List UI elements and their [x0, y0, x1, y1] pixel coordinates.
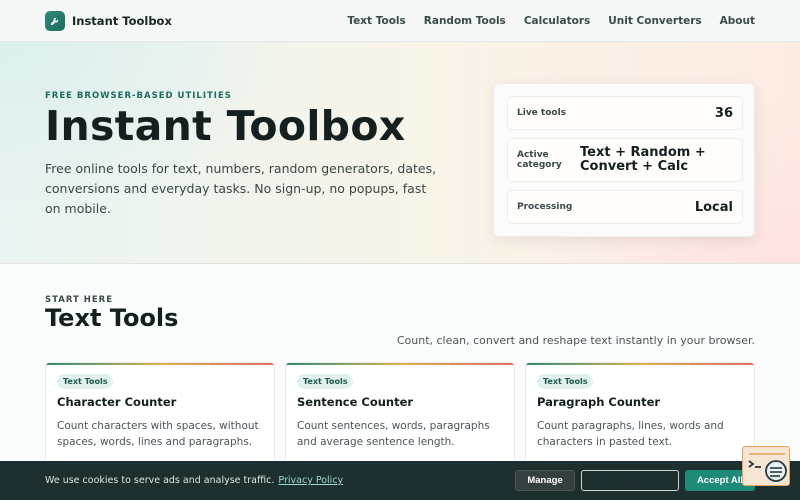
card-description: Count sentences, words, paragraphs and a… [297, 420, 490, 448]
category-tag: Text Tools [57, 374, 114, 389]
nav-link-about[interactable]: About [720, 15, 755, 27]
stat-value: Text + Random + Convert + Calc [580, 145, 706, 174]
cookie-banner: We use cookies to serve ads and analyse … [0, 461, 800, 500]
terminal-chat-icon[interactable] [742, 446, 790, 486]
hero: FREE BROWSER-BASED UTILITIES Instant Too… [0, 42, 800, 264]
hero-description: Free online tools for text, numbers, ran… [45, 161, 437, 216]
stat-processing: Processing Local [507, 190, 743, 224]
hero-title: Instant Toolbox [45, 102, 406, 150]
card-description: Count characters with spaces, without sp… [57, 420, 259, 448]
hero-eyebrow: FREE BROWSER-BASED UTILITIES [45, 91, 232, 101]
nav-link-text-tools[interactable]: Text Tools [347, 15, 405, 27]
nav-links: Text Tools Random Tools Calculators Unit… [347, 15, 755, 27]
card-title[interactable]: Character Counter [57, 395, 176, 409]
card-title[interactable]: Sentence Counter [297, 395, 413, 409]
wrench-icon [45, 10, 65, 31]
nav-link-calculators[interactable]: Calculators [524, 15, 590, 27]
nav-link-unit-converters[interactable]: Unit Converters [608, 15, 701, 27]
card-title[interactable]: Paragraph Counter [537, 395, 660, 409]
stat-value: 36 [714, 105, 733, 121]
category-tag: Text Tools [297, 374, 354, 389]
stat-label: Live tools [517, 108, 567, 118]
stat-active-category: Active category Text + Random + Convert … [507, 138, 743, 182]
category-tag: Text Tools [537, 374, 594, 389]
stats-card: Live tools 36 Active category Text + Ran… [493, 83, 755, 237]
manage-cookies-button[interactable]: Manage [515, 470, 575, 491]
necessary-only-button[interactable]: Necessary Only [581, 470, 679, 491]
stat-label: Active category [517, 150, 562, 170]
stat-label: Processing [517, 202, 573, 212]
section-subtitle: Count, clean, convert and reshape text i… [396, 334, 755, 347]
section-title: Text Tools [45, 304, 179, 332]
tool-card-sentence-counter[interactable]: Text Tools Sentence Counter Count senten… [285, 362, 515, 472]
cookie-buttons: Manage Necessary Only Accept All [515, 470, 755, 491]
stat-value: Local [694, 199, 733, 215]
tool-card-paragraph-counter[interactable]: Text Tools Paragraph Counter Count parag… [525, 362, 755, 472]
cookie-text: We use cookies to serve ads and analyse … [45, 475, 275, 486]
card-description: Count paragraphs, lines, words and chara… [537, 420, 724, 448]
tool-card-character-counter[interactable]: Text Tools Character Counter Count chara… [45, 362, 275, 472]
brand[interactable]: Instant Toolbox [45, 10, 172, 31]
top-nav: Instant Toolbox Text Tools Random Tools … [0, 0, 800, 42]
nav-link-random-tools[interactable]: Random Tools [424, 15, 506, 27]
brand-name: Instant Toolbox [72, 13, 172, 28]
stat-live-tools: Live tools 36 [507, 96, 743, 130]
privacy-policy-link[interactable]: Privacy Policy [278, 475, 343, 486]
